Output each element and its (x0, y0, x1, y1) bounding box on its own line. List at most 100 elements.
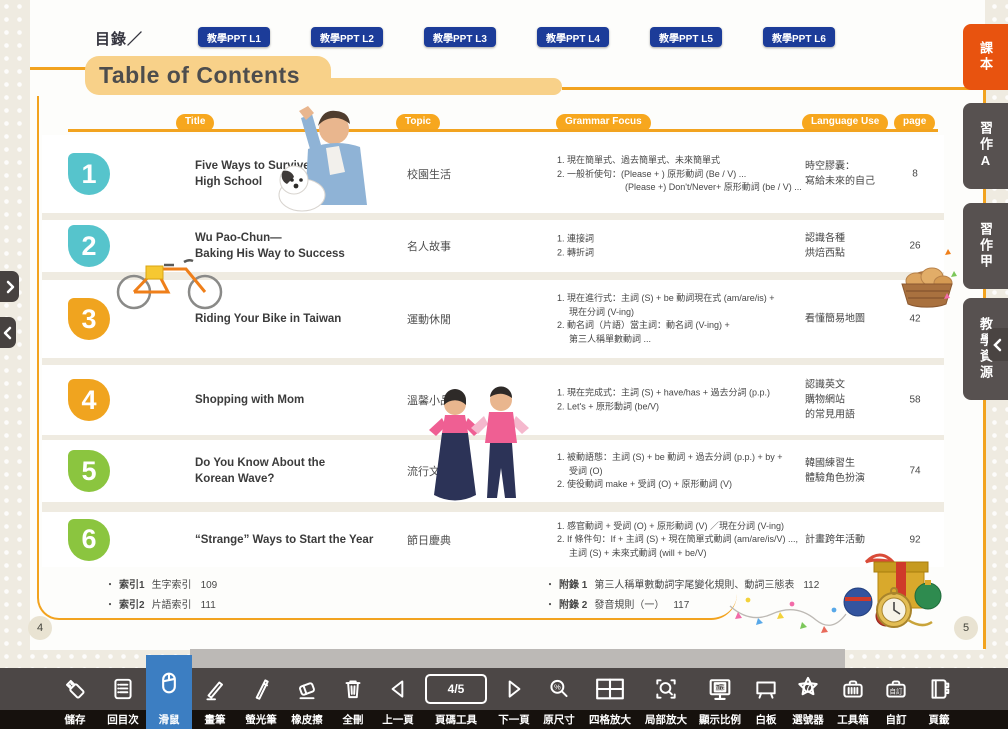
toolbar-item-custom[interactable]: 自訂 自訂 (876, 668, 916, 729)
bicycle-illustration (108, 238, 233, 313)
language-use: 看懂簡易地圖 (805, 312, 901, 327)
appendix-item-2[interactable]: ・附錄 2發音規則（一）117 (545, 596, 689, 611)
language-use: 計畫跨年活動 (805, 532, 901, 547)
page-number-left: 4 (28, 616, 52, 640)
index-item-2[interactable]: ・索引2片語索引111 (105, 596, 216, 611)
unit-title[interactable]: Shopping with Mom (195, 392, 405, 408)
ppt-button-l5[interactable]: 教學PPT L5 (650, 27, 722, 47)
tab-textbook[interactable]: 課本 (963, 24, 1008, 90)
toolbar-item-delete-all[interactable]: 全刪 (330, 668, 376, 729)
next-triangle-icon (501, 676, 527, 702)
book-tabs-icon (926, 676, 952, 702)
toolbar-item-mouse[interactable]: 滑鼠 (146, 655, 192, 729)
chevron-right-icon (5, 280, 15, 294)
unit-number-badge: 1 (68, 153, 110, 195)
string-lights-illustration (728, 586, 848, 640)
previous-triangle-icon (385, 676, 411, 702)
unit-title[interactable]: Riding Your Bike in Taiwan (195, 311, 405, 327)
eraser-icon (294, 676, 320, 702)
toolbox-icon (840, 676, 866, 702)
toolbar-item-four-pane-zoom[interactable]: 四格放大 (582, 668, 638, 729)
ppt-button-l2[interactable]: 教學PPT L2 (311, 27, 383, 47)
index-item-1[interactable]: ・索引1生字索引109 (105, 576, 217, 591)
unit-page-number: 74 (893, 466, 937, 477)
toolbar-item-eraser[interactable]: 橡皮擦 (284, 668, 330, 729)
whiteboard-icon (753, 676, 779, 702)
language-use: 韓國練習生 體驗角色扮演 (805, 456, 901, 486)
unit-page-number: 8 (893, 169, 937, 180)
trash-icon (340, 676, 366, 702)
unit-title[interactable]: Do You Know About the Korean Wave? (195, 455, 405, 487)
page-title: Table of Contents (99, 62, 300, 89)
ppt-button-l1[interactable]: 教學PPT L1 (198, 27, 270, 47)
zoom-area-icon (653, 676, 679, 702)
language-use: 認識英文 購物網站 的常見用語 (805, 378, 901, 423)
unit-page-number: 42 (893, 314, 937, 325)
unit-page-number: 58 (893, 395, 937, 406)
toolbar-item-display-ratio[interactable]: 固定 顯示比例 (694, 668, 746, 729)
table-row-unit1[interactable]: 1 Five Ways to Survive High School 校園生活 … (42, 135, 944, 213)
chevron-left-icon (993, 338, 1003, 352)
photo-man-with-dog (272, 103, 390, 213)
hanbok-couple-illustration (424, 386, 536, 512)
svg-text:固定: 固定 (714, 682, 727, 691)
tab-workbook-jia[interactable]: 習作甲 (963, 203, 1008, 289)
section-label: 目錄／ (95, 28, 143, 49)
toolbar-item-original-size[interactable]: % 原尺寸 (536, 668, 582, 729)
page-number-right: 5 (954, 616, 978, 640)
page-indicator[interactable]: 4/5 (425, 674, 487, 704)
toolbar-item-local-zoom[interactable]: 局部放大 (638, 668, 694, 729)
toolbar-item-page-tabs[interactable]: 頁籤 (916, 668, 962, 729)
zoom-percent-icon: % (546, 676, 572, 702)
header-underline (68, 129, 938, 132)
ppt-button-l6[interactable]: 教學PPT L6 (763, 27, 835, 47)
unit-title[interactable]: “Strange” Ways to Start the Year (195, 532, 405, 548)
language-use: 認識各種 烘焙西點 (805, 231, 901, 261)
tab-workbook-a[interactable]: 習作A (963, 103, 1008, 189)
toolbar-item-back-to-contents[interactable]: 回目次 (100, 668, 146, 729)
unit-number-badge: 2 (68, 225, 110, 267)
toolbar-item-number-picker[interactable]: 7 選號器 (786, 668, 830, 729)
page-border-top-right (562, 87, 984, 90)
toolbar-item-next-page[interactable]: 下一頁 (492, 668, 536, 729)
toolbar-item-pen[interactable]: 畫筆 (192, 668, 238, 729)
panel-expand-button[interactable] (0, 271, 19, 302)
title-tail-bar (305, 78, 562, 95)
toolbar-item-page-tool[interactable]: 4/5 頁碼工具 (420, 668, 492, 729)
unit-number-badge: 6 (68, 519, 110, 561)
panel-collapse-button[interactable] (0, 317, 16, 348)
tabs-collapse-button[interactable] (988, 328, 1008, 361)
usb-save-icon (62, 676, 88, 702)
unit-topic: 節日慶典 (407, 532, 517, 548)
unit-topic: 運動休閒 (407, 311, 517, 327)
grammar-focus: 1. 現在完成式：主詞 (S) + have/has + 過去分詞 (p.p.)… (557, 387, 825, 414)
ppt-button-l3[interactable]: 教學PPT L3 (424, 27, 496, 47)
monitor-fixed-icon: 固定 (706, 675, 734, 703)
page-title-box: Table of Contents (85, 56, 331, 95)
four-pane-icon (593, 675, 627, 703)
grammar-focus: 1. 現在進行式：主詞 (S) + be 動詞現在式 (am/are/is) +… (557, 292, 825, 346)
chevron-left-icon (3, 326, 13, 340)
toolbar-item-toolbox[interactable]: 工具箱 (830, 668, 876, 729)
toolbar-item-highlighter[interactable]: 螢光筆 (238, 668, 284, 729)
toolbar-item-save[interactable]: 儲存 (50, 668, 100, 729)
grammar-focus: 1. 感官動詞 + 受詞 (O) + 原形動詞 (V) ／現在分詞 (V-ing… (557, 519, 825, 560)
unit-page-number: 92 (893, 534, 937, 545)
unit-topic: 校園生活 (407, 166, 517, 182)
ppt-button-l4[interactable]: 教學PPT L4 (537, 27, 609, 47)
toolbar-item-previous-page[interactable]: 上一頁 (376, 668, 420, 729)
unit-number-badge: 3 (68, 298, 110, 340)
star-number-icon: 7 (794, 675, 822, 703)
contents-list-icon (110, 676, 136, 702)
mouse-icon (155, 669, 183, 697)
table-row-unit6[interactable]: 6 “Strange” Ways to Start the Year 節日慶典 … (42, 512, 944, 567)
custom-case-icon: 自訂 (883, 676, 909, 702)
unit-number-badge: 4 (68, 379, 110, 421)
svg-text:%: % (554, 683, 561, 692)
grammar-focus: 1. 現在簡單式、過去簡單式、未來簡單式 2. 一般祈使句：(Please + … (557, 154, 825, 195)
page-bottom-strip (190, 649, 845, 668)
toolbar-item-whiteboard[interactable]: 白板 (746, 668, 786, 729)
unit-number-badge: 5 (68, 450, 110, 492)
toolbar: 儲存 回目次 滑鼠 畫筆 螢光筆 橡皮擦 (0, 668, 1008, 729)
svg-text:自訂: 自訂 (890, 686, 904, 695)
